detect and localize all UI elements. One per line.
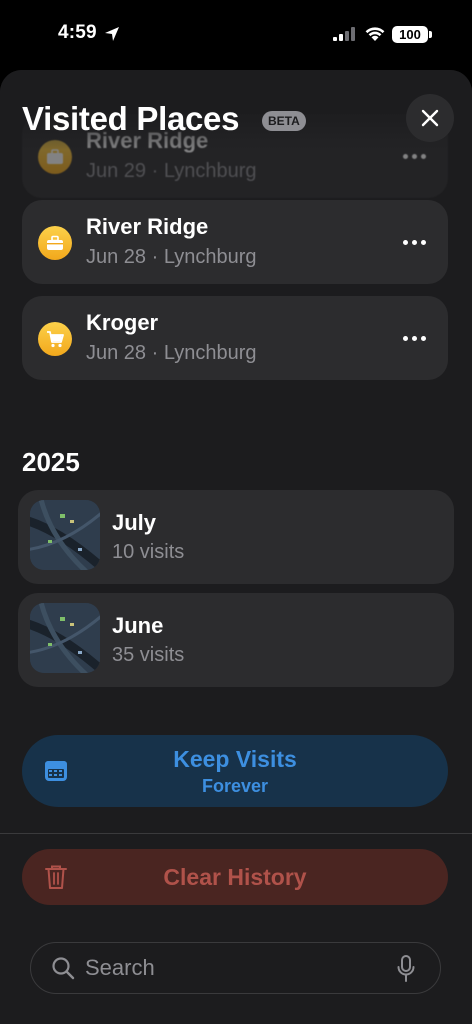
visited-places-sheet: River Ridge Jun 29 · Lynchburg Visited P… [0, 70, 472, 1024]
month-name: June [112, 613, 164, 638]
keep-visits-title: Keep Visits [173, 746, 297, 772]
divider [0, 833, 472, 834]
map-thumbnail [30, 603, 100, 673]
month-visit-count: 10 visits [112, 541, 185, 563]
place-meta: Jun 28 · Lynchburg [86, 246, 257, 268]
battery-tip [429, 31, 432, 38]
month-visit-count: 35 visits [112, 644, 185, 666]
place-meta: Jun 28 · Lynchburg [86, 342, 257, 364]
year-header: 2025 [22, 447, 80, 477]
keep-visits-button[interactable]: Keep Visits Forever [22, 735, 448, 807]
location-arrow-icon [105, 27, 119, 41]
status-bar: 4:59 100 [0, 0, 472, 70]
keep-visits-subtitle: Forever [201, 776, 269, 796]
cellular-signal-icon [333, 27, 355, 41]
clear-history-button[interactable]: Clear History [22, 849, 448, 905]
close-icon [421, 109, 439, 127]
wifi-icon [365, 27, 385, 41]
map-thumbnail [30, 500, 100, 570]
search-input[interactable] [85, 953, 385, 983]
place-meta: Jun 29 · Lynchburg [86, 160, 257, 182]
month-card[interactable]: July 10 visits [18, 490, 454, 584]
clear-history-label: Clear History [163, 864, 307, 890]
place-card[interactable]: Kroger Jun 28 · Lynchburg [22, 296, 448, 380]
more-options-button[interactable] [398, 230, 430, 254]
shopping-bag-icon [38, 226, 72, 260]
month-card[interactable]: June 35 visits [18, 593, 454, 687]
status-time: 4:59 [58, 22, 97, 43]
search-icon [52, 957, 75, 980]
battery-icon: 100 [392, 26, 428, 43]
search-bar[interactable] [30, 942, 441, 994]
microphone-icon[interactable] [397, 955, 415, 983]
place-name: Kroger [86, 310, 159, 335]
close-button[interactable] [406, 94, 454, 142]
shopping-cart-icon [38, 322, 72, 356]
place-name: River Ridge [86, 214, 209, 239]
page-title: Visited Places [22, 100, 240, 137]
place-card[interactable]: River Ridge Jun 28 · Lynchburg [22, 200, 448, 284]
month-name: July [112, 510, 157, 535]
more-options-button[interactable] [398, 326, 430, 350]
beta-badge: BETA [262, 111, 306, 131]
